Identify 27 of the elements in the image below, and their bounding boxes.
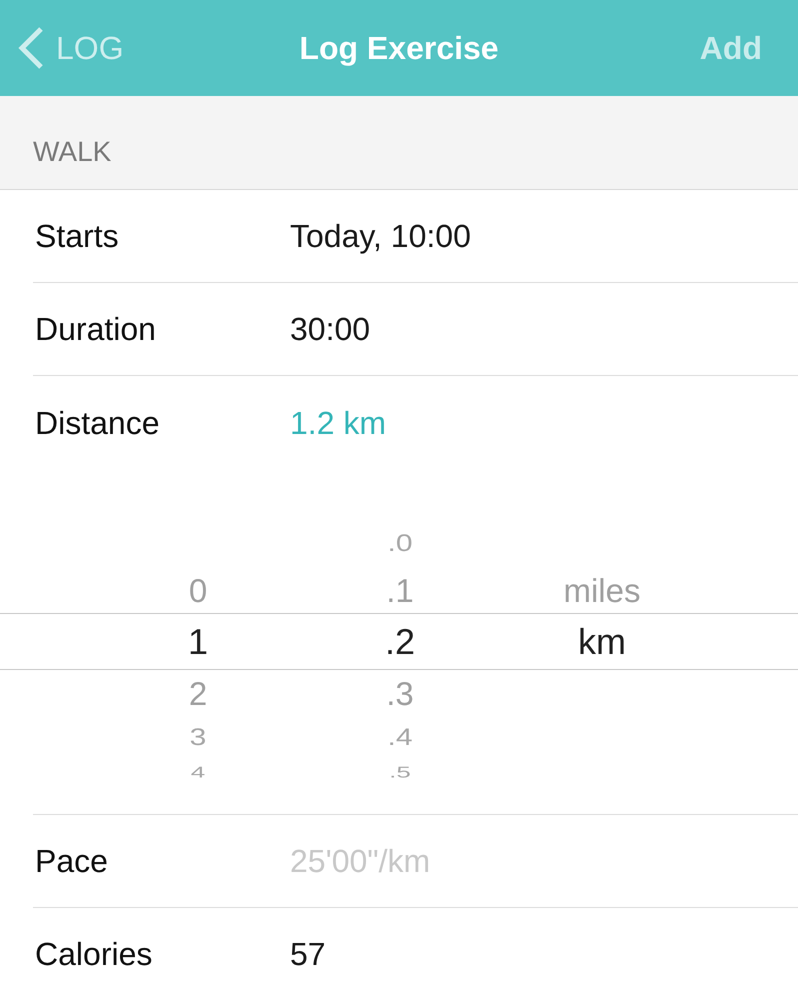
screen-title: Log Exercise [299, 29, 499, 68]
picker-option[interactable]: km [578, 624, 626, 660]
picker-option[interactable]: .4 [387, 726, 413, 750]
back-button[interactable]: LOG [18, 24, 124, 72]
picker-option[interactable]: .1 [386, 574, 414, 606]
picker-option[interactable]: 0 [188, 574, 208, 606]
section-heading: WALK [33, 135, 112, 169]
picker-option[interactable]: 4 [190, 764, 206, 780]
picker-option[interactable]: .3 [386, 676, 414, 710]
picker-option[interactable]: .2 [384, 624, 416, 660]
picker-option[interactable]: miles [563, 574, 640, 606]
picker-option[interactable]: 2 [188, 676, 208, 710]
picker-option[interactable]: .0 [387, 532, 413, 556]
field-label: Calories [34, 934, 154, 974]
add-button[interactable]: Add [700, 24, 762, 72]
field-value[interactable]: 1.2 km [290, 398, 386, 446]
field-value[interactable]: Today, 10:00 [290, 212, 471, 260]
field-label: Duration [34, 310, 157, 349]
field-label: Pace [34, 842, 109, 881]
field-label: Starts [34, 217, 120, 256]
field-value[interactable]: 30:00 [290, 305, 370, 353]
picker-option[interactable]: 1 [188, 624, 208, 660]
picker-option[interactable]: .5 [389, 764, 411, 780]
chevron-left-icon [18, 26, 44, 70]
field-value[interactable]: 57 [290, 930, 326, 978]
picker-option[interactable]: 3 [190, 726, 206, 750]
field-label: Distance [34, 404, 160, 442]
